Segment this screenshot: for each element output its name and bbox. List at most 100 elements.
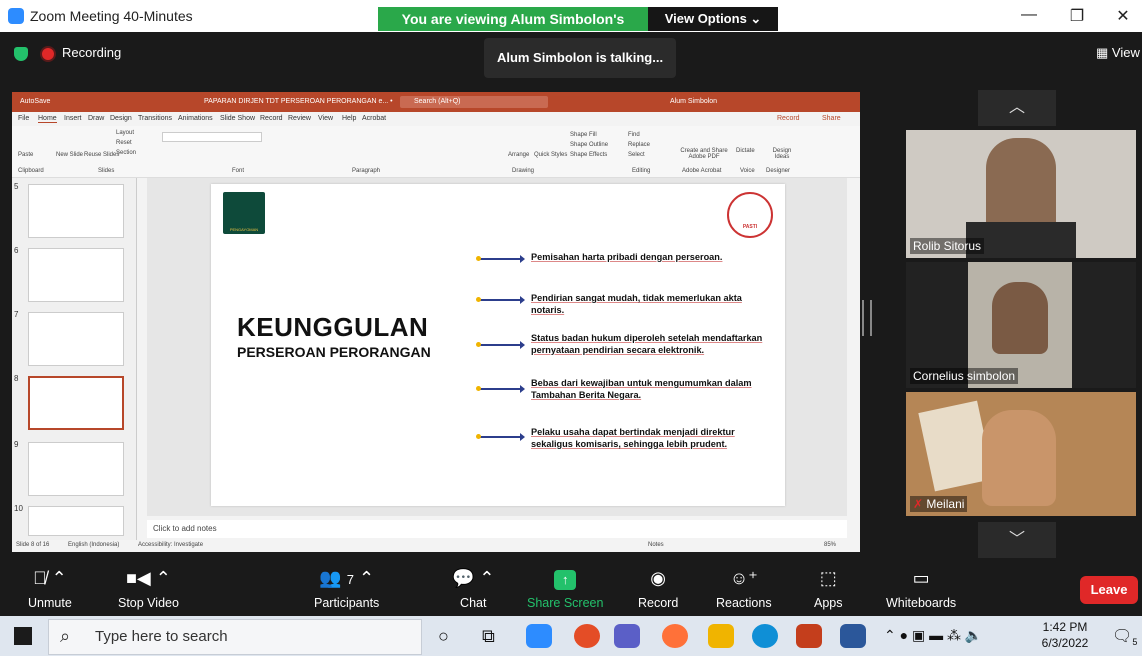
autosave-label[interactable]: AutoSave bbox=[20, 98, 50, 105]
task-view-icon[interactable]: ⧉ bbox=[482, 626, 495, 647]
slide-thumbnail[interactable] bbox=[28, 184, 124, 238]
participants-button[interactable]: 👥 7 ⌃ Participants bbox=[314, 568, 379, 610]
ppt-share-button[interactable]: Share bbox=[822, 115, 841, 122]
edge-taskbar-icon[interactable] bbox=[752, 624, 778, 648]
menu-view[interactable]: View bbox=[318, 115, 333, 122]
zoom-level[interactable]: 85% bbox=[824, 542, 836, 548]
notification-count: 5 bbox=[1132, 637, 1138, 648]
notifications-icon[interactable]: 🗨5 bbox=[1112, 626, 1137, 647]
slide-thumbnail[interactable] bbox=[28, 248, 124, 302]
chrome-taskbar-icon[interactable] bbox=[574, 624, 600, 648]
reset-button[interactable]: Reset bbox=[116, 140, 132, 146]
view-button[interactable]: ▦ View bbox=[1096, 45, 1140, 61]
slide-thumbnail[interactable] bbox=[28, 312, 124, 366]
participant-tile[interactable]: Cornelius simbolon bbox=[906, 262, 1136, 388]
mic-muted-icon: 🎙̸ ⌃ bbox=[33, 568, 67, 588]
slide-thumbnail[interactable] bbox=[28, 506, 124, 536]
menu-draw[interactable]: Draw bbox=[88, 115, 104, 122]
menu-help[interactable]: Help bbox=[342, 115, 356, 122]
zoom-taskbar-icon[interactable] bbox=[526, 624, 552, 648]
language-status[interactable]: English (Indonesia) bbox=[68, 542, 119, 548]
record-button[interactable]: ◉ Record bbox=[638, 568, 678, 610]
participant-video bbox=[986, 138, 1056, 228]
whiteboards-button[interactable]: ▭ Whiteboards bbox=[886, 568, 956, 610]
shape-outline-button[interactable]: Shape Outline bbox=[570, 142, 608, 148]
menu-design[interactable]: Design bbox=[110, 115, 132, 122]
recording-indicator[interactable]: Recording bbox=[14, 45, 121, 61]
bullet-arrow-icon bbox=[476, 255, 525, 263]
system-tray-icons[interactable]: ⌃ ● ▣ ▬ ⁂ 🔈 bbox=[884, 627, 982, 644]
apps-button[interactable]: ⬚ Apps bbox=[814, 568, 843, 610]
shared-screen: AutoSave PAPARAN DIRJEN TDT PERSEROAN PE… bbox=[12, 92, 860, 552]
ppt-ribbon: Paste New Slide Reuse Slides Layout Rese… bbox=[12, 126, 860, 178]
word-taskbar-icon[interactable] bbox=[840, 624, 866, 648]
design-ideas-button[interactable]: Design Ideas bbox=[768, 148, 796, 160]
arrange-button[interactable]: Arrange bbox=[508, 152, 529, 158]
search-icon: ⌕ bbox=[60, 626, 71, 646]
new-slide-button[interactable]: New Slide bbox=[56, 152, 83, 158]
slide-thumbnail[interactable] bbox=[28, 442, 124, 496]
menu-review[interactable]: Review bbox=[288, 115, 311, 122]
menu-insert[interactable]: Insert bbox=[64, 115, 82, 122]
replace-button[interactable]: Replace bbox=[628, 142, 650, 148]
close-icon[interactable]: ✕ bbox=[1108, 6, 1138, 26]
section-button[interactable]: Section bbox=[116, 150, 136, 156]
taskbar-clock[interactable]: 1:42 PM 6/3/2022 bbox=[1030, 619, 1100, 651]
menu-file[interactable]: File bbox=[18, 115, 29, 122]
notes-pane[interactable]: Click to add notes bbox=[147, 520, 847, 538]
ppt-search-box[interactable]: Search (Alt+Q) bbox=[400, 96, 548, 108]
windows-start-icon[interactable] bbox=[14, 627, 32, 645]
teams-taskbar-icon[interactable] bbox=[614, 624, 640, 648]
firefox-taskbar-icon[interactable] bbox=[662, 624, 688, 648]
split-handle[interactable] bbox=[862, 300, 872, 336]
menu-home[interactable]: Home bbox=[38, 115, 57, 123]
leave-button[interactable]: Leave bbox=[1080, 576, 1138, 604]
create-adobe-pdf-button[interactable]: Create and Share Adobe PDF bbox=[676, 148, 732, 160]
stop-video-button[interactable]: ■◀ ⌃ Stop Video bbox=[118, 568, 179, 610]
participant-tile[interactable]: Rolib Sitorus bbox=[906, 130, 1136, 258]
shape-effects-button[interactable]: Shape Effects bbox=[570, 152, 607, 158]
reuse-slides-button[interactable]: Reuse Slides bbox=[84, 152, 119, 158]
participant-name: Cornelius simbolon bbox=[910, 368, 1019, 384]
slide-thumbnail-selected[interactable] bbox=[28, 376, 124, 430]
participant-tile[interactable]: ✗ Meilani bbox=[906, 392, 1136, 516]
menu-acrobat[interactable]: Acrobat bbox=[362, 115, 386, 122]
slide-counter: Slide 8 of 16 bbox=[16, 542, 50, 548]
scroll-down-button[interactable]: ﹀ bbox=[978, 522, 1056, 558]
view-label: View bbox=[1111, 45, 1140, 60]
powerpoint-taskbar-icon[interactable] bbox=[796, 624, 822, 648]
scroll-up-button[interactable]: ︿ bbox=[978, 90, 1056, 126]
share-screen-button[interactable]: ↑ Share Screen bbox=[527, 568, 603, 610]
menu-slide-show[interactable]: Slide Show bbox=[220, 115, 255, 122]
menu-transitions[interactable]: Transitions bbox=[138, 115, 172, 122]
shape-fill-button[interactable]: Shape Fill bbox=[570, 132, 597, 138]
menu-record[interactable]: Record bbox=[260, 115, 283, 122]
cortana-icon[interactable]: ○ bbox=[438, 626, 449, 647]
reactions-button[interactable]: ☺⁺ Reactions bbox=[716, 568, 772, 610]
menu-animations[interactable]: Animations bbox=[178, 115, 213, 122]
chat-button[interactable]: 💬 ⌃ Chat bbox=[452, 568, 495, 610]
select-button[interactable]: Select bbox=[628, 152, 645, 158]
slide-bullet: Pendirian sangat mudah, tidak memerlukan… bbox=[531, 293, 742, 315]
accessibility-status[interactable]: Accessibility: Investigate bbox=[138, 542, 203, 548]
chat-label: Chat bbox=[460, 596, 487, 610]
quick-styles-button[interactable]: Quick Styles bbox=[534, 152, 567, 158]
dictate-button[interactable]: Dictate bbox=[736, 148, 755, 154]
file-explorer-icon[interactable] bbox=[708, 624, 734, 648]
unmute-button[interactable]: 🎙̸ ⌃ Unmute bbox=[28, 568, 72, 610]
security-shield-icon[interactable] bbox=[14, 46, 28, 61]
restore-icon[interactable]: ❐ bbox=[1062, 6, 1092, 26]
font-name-box[interactable] bbox=[162, 132, 262, 142]
unmute-label: Unmute bbox=[28, 596, 72, 610]
slide[interactable]: PENGAYOMAN PASTI KEUNGGULAN PERSEROAN PE… bbox=[211, 184, 785, 506]
find-button[interactable]: Find bbox=[628, 132, 640, 138]
ppt-record-button[interactable]: Record bbox=[777, 115, 800, 122]
view-options-button[interactable]: View Options ⌄ bbox=[648, 7, 778, 31]
minimize-icon[interactable]: — bbox=[1014, 6, 1044, 24]
taskbar-search[interactable]: Type here to search bbox=[48, 619, 422, 655]
thumb-number: 9 bbox=[14, 440, 19, 449]
layout-button[interactable]: Layout bbox=[116, 130, 134, 136]
paragraph-group: Paragraph bbox=[352, 168, 381, 174]
notes-toggle[interactable]: Notes bbox=[648, 542, 664, 548]
paste-button[interactable]: Paste bbox=[18, 152, 33, 158]
